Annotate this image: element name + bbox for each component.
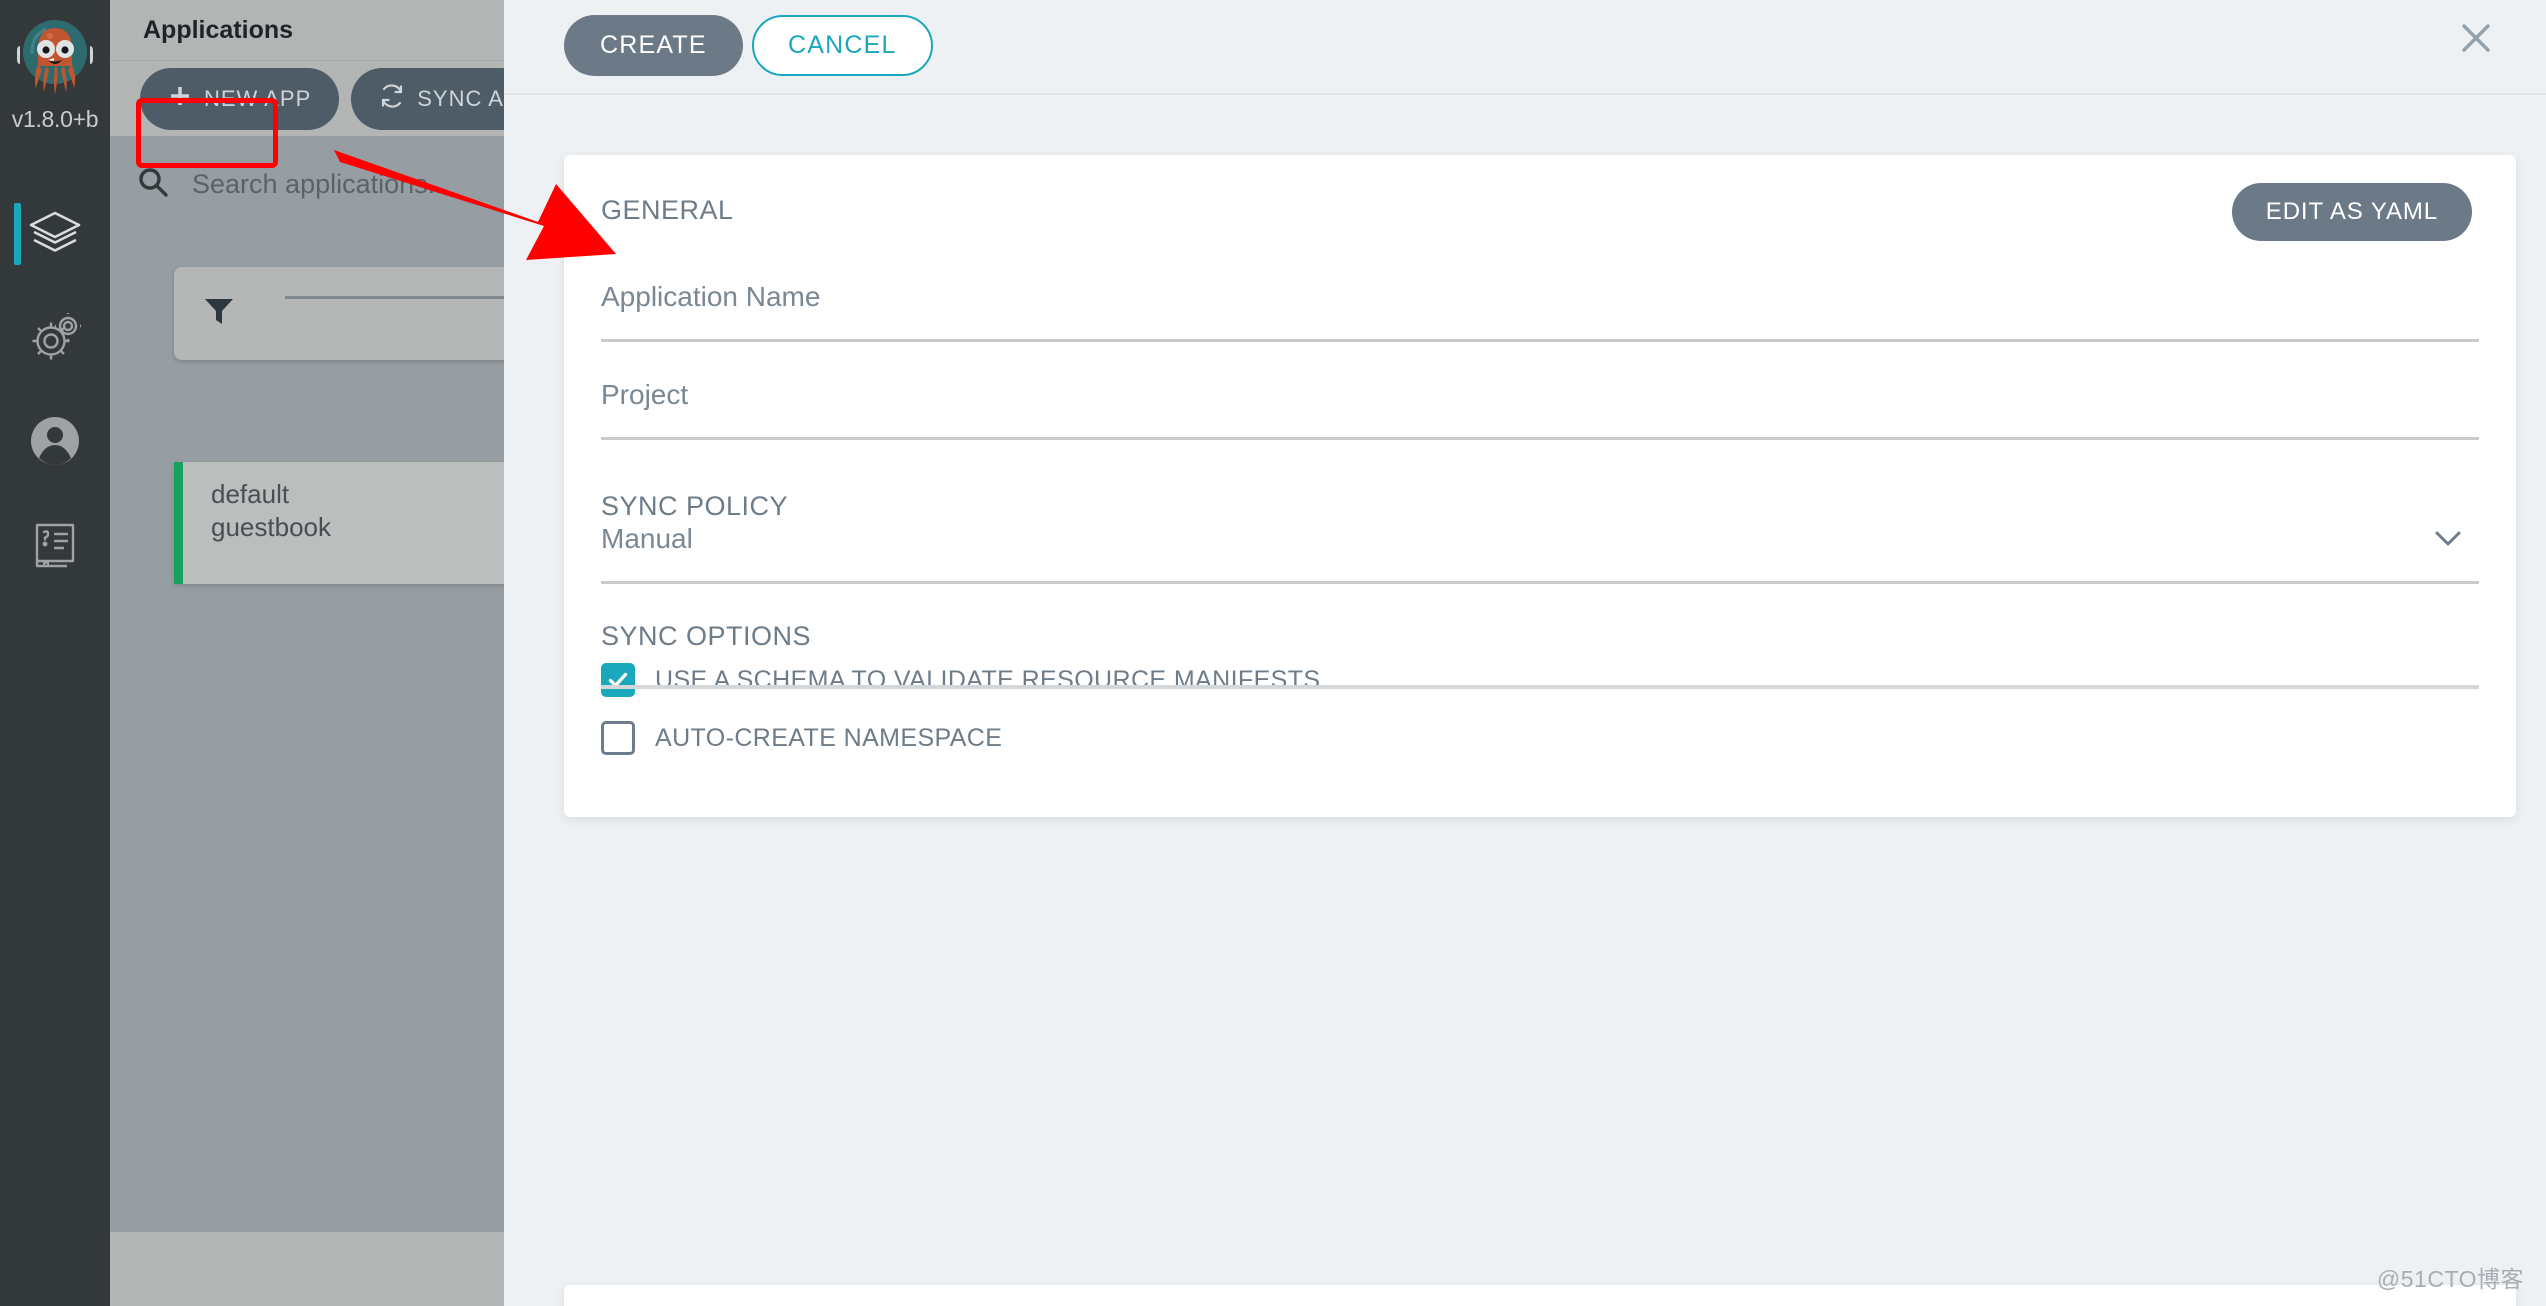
application-list-item[interactable]: default guestbook [174, 462, 504, 584]
sync-apps-button-label: SYNC A [417, 86, 504, 112]
application-name-underline [601, 339, 2479, 342]
applications-toolbar: NEW APP SYNC A [110, 60, 504, 136]
general-settings-card: EDIT AS YAML GENERAL Application Name Pr… [564, 155, 2516, 817]
card-divider [601, 685, 2479, 689]
close-icon [2456, 18, 2496, 61]
new-app-modal: CREATE CANCEL EDIT AS YAML GENERAL Appli… [504, 0, 2546, 1306]
sidebar-item-applications[interactable] [0, 181, 110, 285]
book-icon [29, 519, 81, 571]
close-button[interactable] [2445, 8, 2507, 70]
layers-icon [27, 205, 83, 261]
modal-toolbar: CREATE CANCEL [504, 0, 2546, 95]
create-button[interactable]: CREATE [564, 15, 743, 76]
search-underline [285, 296, 504, 299]
search-applications-bar[interactable]: Search applications... [110, 136, 504, 232]
sync-option-namespace-row[interactable]: AUTO-CREATE NAMESPACE [601, 721, 1002, 755]
sync-options-heading: SYNC OPTIONS [601, 621, 811, 652]
application-name: guestbook [211, 511, 504, 544]
gears-icon [27, 309, 83, 365]
application-project: default [211, 478, 504, 511]
rail-item-list [0, 181, 110, 597]
app-root: v1.8.0+b [0, 0, 2546, 1306]
version-label: v1.8.0+b [2, 106, 108, 133]
page-title: Applications [143, 16, 293, 45]
sync-option-validate-label: USE A SCHEMA TO VALIDATE RESOURCE MANIFE… [655, 666, 1321, 695]
applications-panel: Applications NEW APP SYNC A [110, 0, 504, 1306]
sync-option-validate-row[interactable]: USE A SCHEMA TO VALIDATE RESOURCE MANIFE… [601, 663, 1321, 697]
general-heading: GENERAL [601, 195, 734, 226]
plus-icon [168, 84, 192, 114]
sidebar-item-user-info[interactable] [0, 389, 110, 493]
sidebar-item-settings[interactable] [0, 285, 110, 389]
filters-panel[interactable] [174, 267, 504, 360]
user-icon [27, 413, 83, 469]
new-app-button-label: NEW APP [204, 86, 311, 112]
new-app-button[interactable]: NEW APP [140, 68, 339, 130]
sync-policy-value: Manual [601, 523, 2479, 555]
applications-panel-header: Applications [110, 0, 504, 60]
refresh-icon [379, 83, 405, 115]
applications-list-body: default guestbook [110, 232, 504, 1232]
search-icon [136, 165, 170, 204]
funnel-icon [202, 294, 236, 333]
argo-octopus-logo [12, 14, 98, 100]
search-input[interactable]: Search applications... [192, 169, 450, 200]
sidebar-item-documentation[interactable] [0, 493, 110, 597]
sync-option-namespace-label: AUTO-CREATE NAMESPACE [655, 724, 1002, 753]
secondary-settings-card [564, 1285, 2516, 1306]
icon-rail: v1.8.0+b [0, 0, 110, 1306]
checkbox-checked-icon[interactable] [601, 663, 635, 697]
chevron-down-icon[interactable] [2427, 517, 2469, 564]
application-name-field[interactable]: Application Name [601, 281, 2479, 342]
sync-policy-heading: SYNC POLICY [601, 491, 788, 522]
sync-apps-button[interactable]: SYNC A [351, 68, 504, 130]
sync-policy-select[interactable]: Manual [601, 523, 2479, 584]
application-name-label: Application Name [601, 281, 2479, 313]
sync-policy-underline [601, 581, 2479, 584]
project-label: Project [601, 379, 2479, 411]
project-field[interactable]: Project [601, 379, 2479, 440]
edit-as-yaml-button[interactable]: EDIT AS YAML [2232, 183, 2472, 241]
project-underline [601, 437, 2479, 440]
watermark: @51CTO博客 [2377, 1260, 2524, 1294]
checkbox-unchecked-icon[interactable] [601, 721, 635, 755]
cancel-button[interactable]: CANCEL [752, 15, 933, 76]
